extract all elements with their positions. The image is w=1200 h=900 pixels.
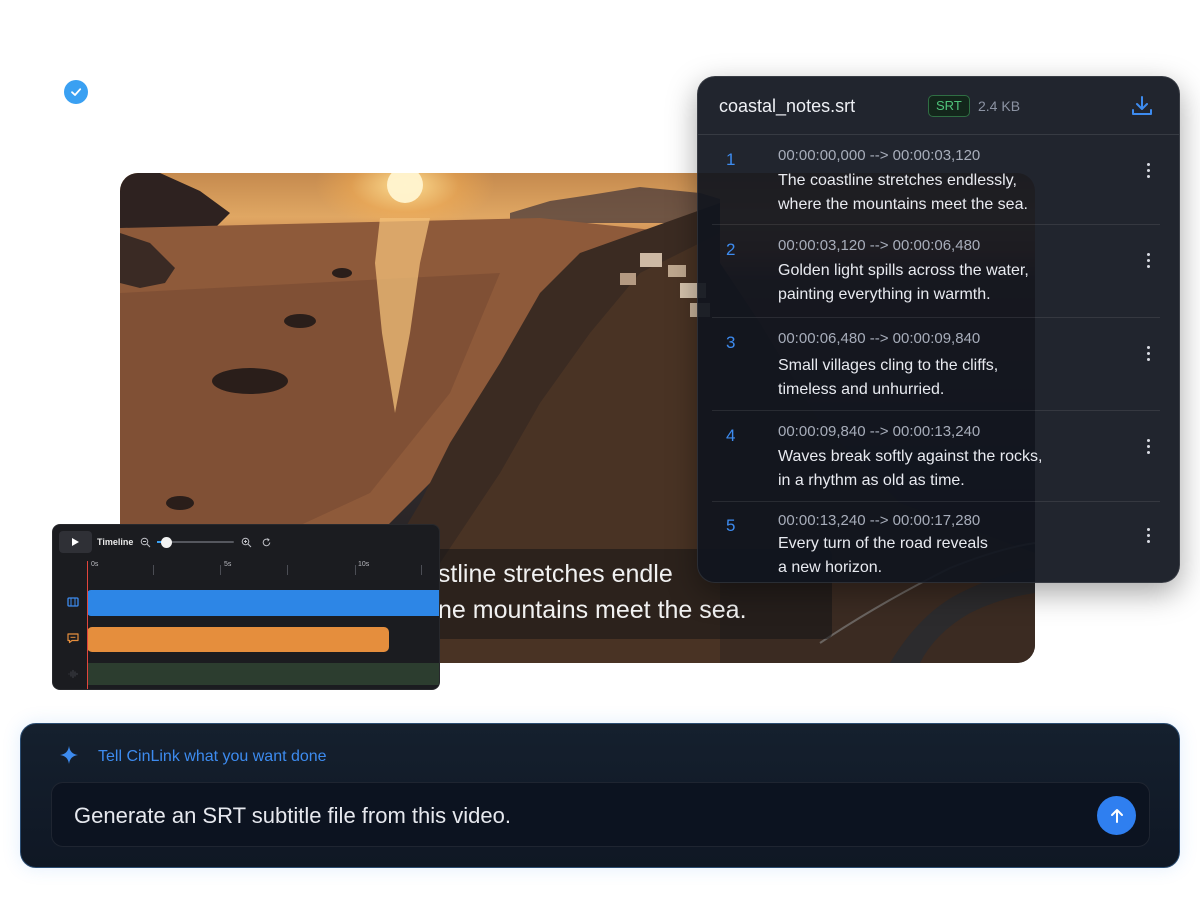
- zoom-out-icon[interactable]: [140, 535, 151, 548]
- send-button[interactable]: [1097, 796, 1136, 835]
- prompt-hint: Tell CinLink what you want done: [98, 748, 327, 765]
- playhead[interactable]: [87, 561, 88, 689]
- assistant-prompt-panel: Tell CinLink what you want done Generate…: [20, 723, 1180, 868]
- more-options-icon[interactable]: [1140, 437, 1156, 461]
- zoom-slider-thumb[interactable]: [161, 537, 173, 548]
- audio-icon: [66, 667, 80, 681]
- ruler-tick: [421, 565, 422, 575]
- caption-line-2: ne mountains meet the sea.: [438, 596, 747, 624]
- arrow-up-icon: [1110, 808, 1123, 823]
- play-button[interactable]: [59, 531, 92, 553]
- file-size: 2.4 KB: [978, 98, 1021, 114]
- cue-text-line-1: Every turn of the road reveals: [778, 535, 988, 552]
- prompt-input[interactable]: Generate an SRT subtitle file from this …: [51, 782, 1150, 847]
- cue-index: 2: [726, 240, 736, 259]
- subtitle-track-clip[interactable]: [87, 627, 389, 652]
- timeline-title: Timeline: [97, 537, 134, 547]
- ruler-label: 0s: [91, 561, 99, 568]
- cue-index: 4: [726, 426, 736, 445]
- sparkle-icon: [59, 745, 79, 765]
- subtitle-file-panel: coastal_notes.srt SRT 2.4 KB 1 00:00:00,…: [697, 76, 1180, 583]
- zoom-slider[interactable]: [157, 537, 234, 548]
- zoom-in-icon[interactable]: [241, 535, 252, 548]
- format-badge: SRT: [928, 95, 970, 117]
- prompt-input-text[interactable]: Generate an SRT subtitle file from this …: [74, 803, 511, 829]
- subtitle-icon: [66, 631, 80, 645]
- film-icon: [66, 595, 80, 609]
- more-options-icon[interactable]: [1140, 526, 1156, 550]
- ruler-tick: [287, 565, 288, 575]
- check-icon: [64, 80, 88, 104]
- cue-text-line-2: painting everything in warmth.: [778, 286, 991, 303]
- subtitle-cue[interactable]: 2 00:00:03,120 --> 00:00:06,480 Golden l…: [712, 225, 1160, 318]
- audio-track-clip[interactable]: [87, 663, 439, 685]
- more-options-icon[interactable]: [1140, 161, 1156, 185]
- cue-timecode: 00:00:09,840 --> 00:00:13,240: [778, 423, 981, 440]
- showcase-stage: astline stretches endle ne mountains mee…: [0, 0, 1200, 900]
- ruler-label: 5s: [224, 561, 232, 568]
- subtitle-cue[interactable]: 3 00:00:06,480 --> 00:00:09,840 Small vi…: [712, 318, 1160, 411]
- ruler-tick: [153, 565, 154, 575]
- cue-timecode: 00:00:06,480 --> 00:00:09,840: [778, 330, 981, 347]
- cue-index: 1: [726, 150, 736, 169]
- more-options-icon[interactable]: [1140, 344, 1156, 368]
- cue-text-line-1: Small villages cling to the cliffs,: [778, 357, 999, 374]
- subtitle-cue[interactable]: 4 00:00:09,840 --> 00:00:13,240 Waves br…: [712, 411, 1160, 502]
- cue-text-line-1: Waves break softly against the rocks,: [778, 448, 1043, 465]
- timeline-panel: Timeline 0s 5s 10s: [52, 524, 440, 690]
- cue-timecode: 00:00:13,240 --> 00:00:17,280: [778, 512, 981, 529]
- subtitle-cue[interactable]: 5 00:00:13,240 --> 00:00:17,280 Every tu…: [712, 502, 1160, 582]
- cue-timecode: 00:00:03,120 --> 00:00:06,480: [778, 237, 981, 254]
- more-options-icon[interactable]: [1140, 251, 1156, 275]
- cue-text-line-1: Golden light spills across the water,: [778, 262, 1029, 279]
- cue-text-line-2: a new horizon.: [778, 559, 883, 576]
- cue-text-line-2: timeless and unhurried.: [778, 381, 945, 398]
- ruler-label: 10s: [358, 561, 370, 568]
- reset-icon[interactable]: [261, 535, 272, 547]
- video-track-clip[interactable]: [87, 590, 439, 616]
- cue-index: 5: [726, 516, 736, 535]
- ruler-tick: [220, 565, 221, 575]
- cue-text-line-1: The coastline stretches endlessly,: [778, 172, 1017, 189]
- cue-index: 3: [726, 333, 736, 352]
- subtitle-filename: coastal_notes.srt: [719, 96, 856, 116]
- download-icon[interactable]: [1130, 94, 1154, 118]
- ruler-tick: [355, 565, 356, 575]
- timeline-ruler: 0s 5s 10s: [87, 561, 439, 577]
- cue-timecode: 00:00:00,000 --> 00:00:03,120: [778, 147, 981, 164]
- play-icon: [72, 538, 79, 546]
- cue-text-line-2: where the mountains meet the sea.: [778, 196, 1028, 213]
- subtitle-file-header: coastal_notes.srt SRT 2.4 KB: [698, 77, 1179, 135]
- subtitle-cue[interactable]: 1 00:00:00,000 --> 00:00:03,120 The coas…: [712, 135, 1160, 225]
- caption-line-1: astline stretches endle: [424, 560, 673, 588]
- cue-text-line-2: in a rhythm as old as time.: [778, 472, 965, 489]
